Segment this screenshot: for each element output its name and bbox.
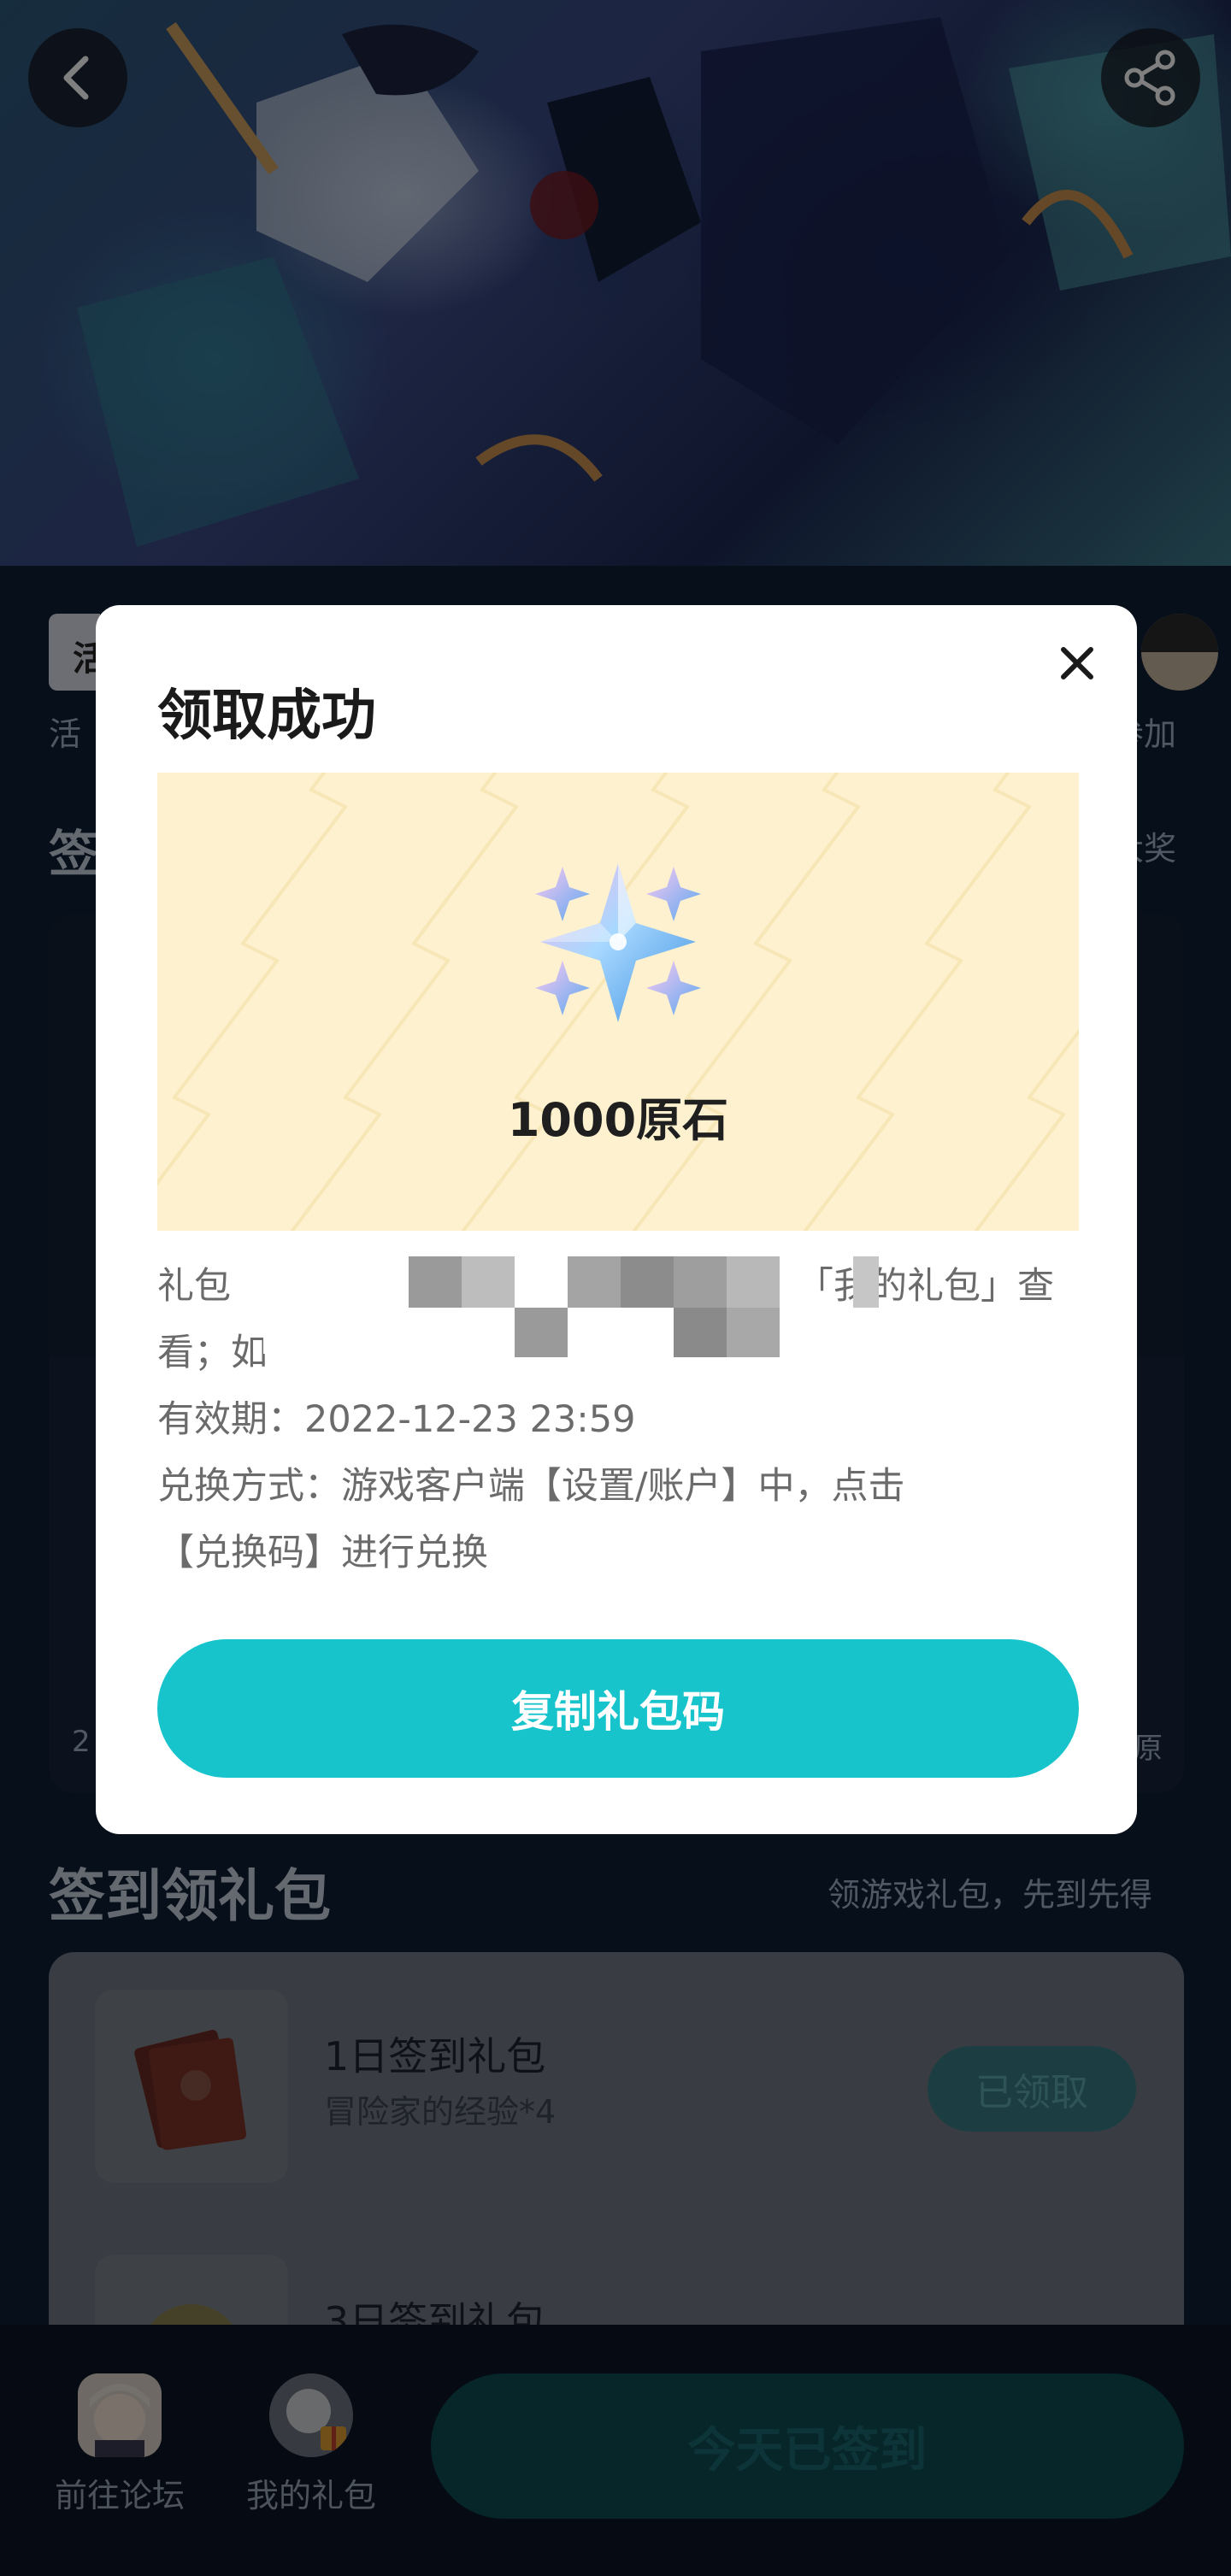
reward-name: 1000原石	[507, 1093, 729, 1147]
reward-panel: 1000原石	[157, 773, 1079, 1231]
redacted-code	[263, 1234, 879, 1373]
redeem-method-text-2: 【兑换码】进行兑换	[157, 1532, 488, 1574]
success-dialog: 领取成功 1000原石 礼包 「我的礼包」查 看；如 有效期：2022-12-2…	[96, 605, 1137, 1834]
gift-code-hint: 看；如	[157, 1332, 268, 1374]
copy-gift-code-button[interactable]: 复制礼包码	[157, 1639, 1079, 1778]
gift-code-info: 礼包	[157, 1265, 231, 1308]
redeem-method-text: 兑换方式：游戏客户端【设置/账户】中，点击	[157, 1465, 905, 1508]
primogem-icon	[535, 863, 701, 1022]
close-icon	[1061, 647, 1093, 679]
close-button[interactable]	[1051, 638, 1103, 689]
validity-text: 有效期：2022-12-23 23:59	[157, 1398, 636, 1441]
dialog-title: 领取成功	[157, 685, 376, 748]
